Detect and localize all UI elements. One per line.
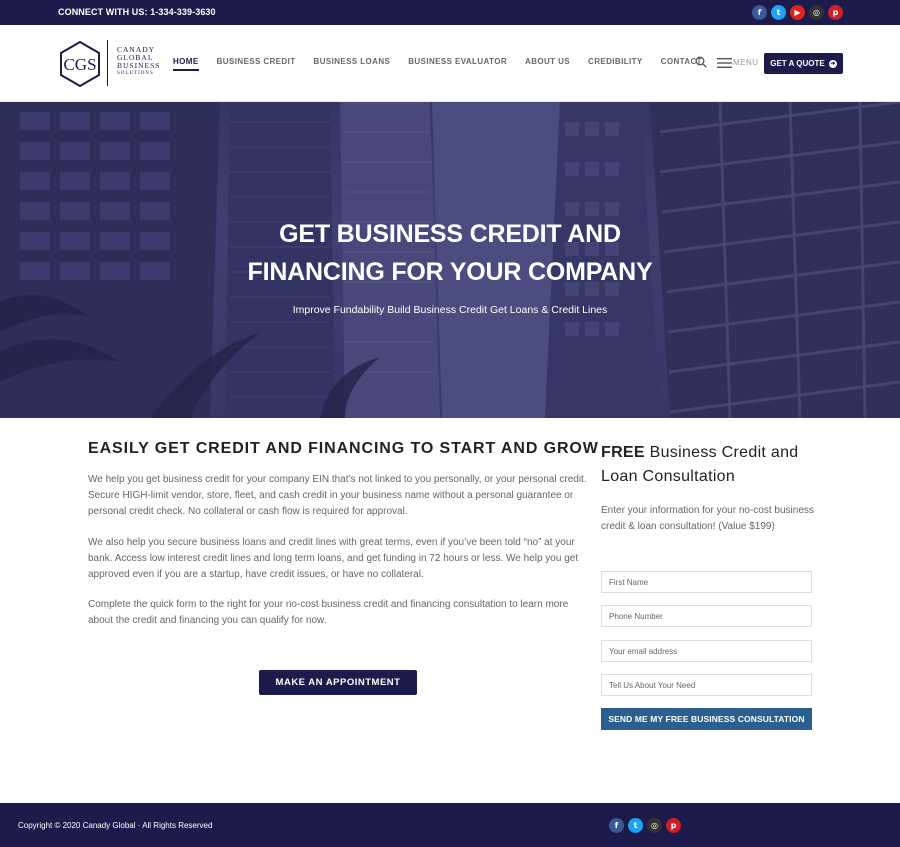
site-footer: Copyright © 2020 Canady Global · All Rig… [0,803,900,847]
logo-wordmark: CANADY GLOBAL BUSINESS SOLUTIONS [117,45,161,77]
nav-item-about-us[interactable]: ABOUT US [525,57,570,71]
intro-paragraph-1: We help you get business credit for your… [88,474,587,517]
pinterest-icon[interactable]: p [828,5,843,20]
hero-banner: GET BUSINESS CREDIT AND FINANCING FOR YO… [0,102,900,418]
facebook-icon[interactable]: f [609,818,624,833]
nav-item-business-loans[interactable]: BUSINESS LOANS [314,57,391,71]
email-input[interactable] [601,640,812,662]
hero-title: GET BUSINESS CREDIT AND FINANCING FOR YO… [247,220,653,286]
phone-number-input[interactable] [601,605,812,627]
need-input[interactable] [601,674,812,696]
first-name-input[interactable] [601,571,812,593]
logo-divider [107,40,108,86]
instagram-icon[interactable]: ◎ [809,5,824,20]
main-navigation: HOME BUSINESS CREDIT BUSINESS LOANS BUSINES… [173,57,720,71]
consultation-form-description: Enter your information for your no-cost … [601,505,814,532]
search-icon[interactable] [695,56,707,68]
intro-paragraph-3: Complete the quick form to the right for… [88,599,569,626]
top-social-links: f t ▶ ◎ p [752,5,843,20]
connect-phone-text: CONNECT WITH US: 1-334-339-3630 [58,7,216,17]
consultation-form-title: FREE Business Credit and Loan Consultati… [601,444,799,485]
svg-text:CGS: CGS [63,55,96,74]
twitter-icon[interactable]: t [628,818,643,833]
twitter-icon[interactable]: t [771,5,786,20]
copyright-text: Copyright © 2020 Canady Global · All Rig… [18,821,213,830]
make-appointment-button[interactable]: MAKE AN APPOINTMENT [259,670,417,695]
main-heading: EASILY GET CREDIT AND FINANCING TO START… [88,440,599,457]
hero-subtitle: Improve Fundability Build Business Credi… [292,304,608,316]
menu-label[interactable]: MENU [733,58,759,67]
facebook-icon[interactable]: f [752,5,767,20]
intro-paragraph-2: We also help you secure business loans a… [88,537,579,580]
instagram-icon[interactable]: ◎ [647,818,662,833]
get-a-quote-button[interactable]: GET A QUOTE ➜ [764,53,843,74]
hamburger-menu-icon[interactable] [717,58,733,68]
logo-hexagon-icon: CGS [60,40,100,88]
site-logo[interactable]: CGS CANADY GLOBAL BUSINESS SOLUTIONS [56,40,166,88]
youtube-icon[interactable]: ▶ [790,5,805,20]
footer-social-links: f t ◎ p [609,818,681,833]
arrow-right-icon: ➜ [828,59,837,68]
nav-item-home[interactable]: HOME [173,57,199,71]
top-bar: CONNECT WITH US: 1-334-339-3630 f t ▶ ◎ p [0,0,900,25]
nav-item-business-evaluator[interactable]: BUSINESS EVALUATOR [408,57,507,71]
site-header: CGS CANADY GLOBAL BUSINESS SOLUTIONS HOM… [0,25,900,102]
pinterest-icon[interactable]: p [666,818,681,833]
nav-item-business-credit[interactable]: BUSINESS CREDIT [217,57,296,71]
send-consultation-button[interactable]: SEND ME MY FREE BUSINESS CONSULTATION [601,708,812,730]
nav-item-credibility[interactable]: CREDIBILITY [588,57,643,71]
